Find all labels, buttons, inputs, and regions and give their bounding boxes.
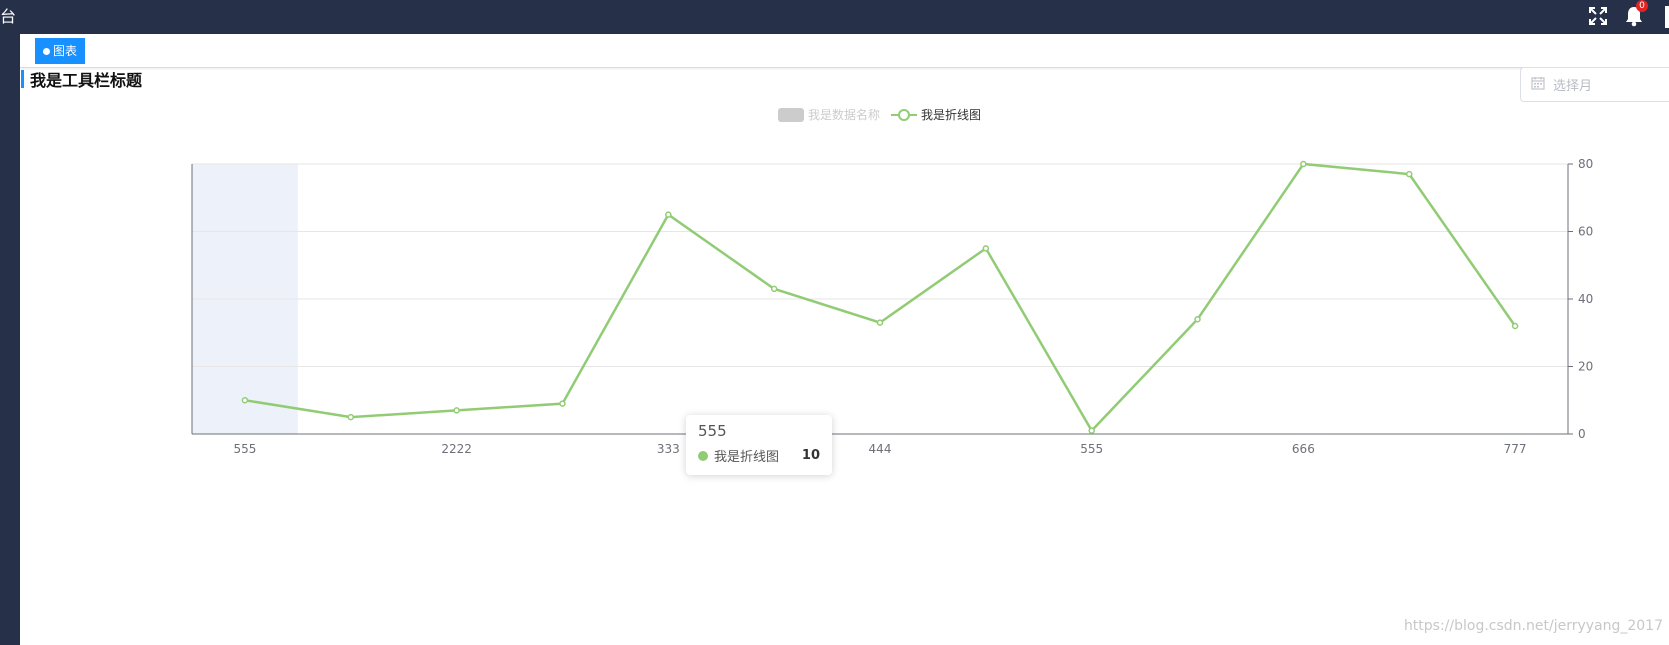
x-axis-labels: 555 2222 333 444 555 666 777 bbox=[233, 442, 1526, 456]
x-tick-label: 666 bbox=[1292, 442, 1315, 456]
x-tick-label: 444 bbox=[869, 442, 892, 456]
watermark: https://blog.csdn.net/jerryyang_2017 bbox=[1403, 618, 1663, 634]
line-chart: 我是数据名称 我是折线图 555 2222 333 444 555 666 777 0 20 4… bbox=[191, 107, 1593, 456]
y-tick-label: 0 bbox=[1578, 427, 1586, 441]
series-point[interactable] bbox=[1088, 427, 1095, 434]
legend-swatch-circle bbox=[898, 109, 910, 121]
chart-tooltip: 555 我是折线图 10 bbox=[686, 415, 832, 475]
series-point[interactable] bbox=[1511, 322, 1519, 330]
series-point[interactable] bbox=[453, 407, 460, 414]
series-point[interactable] bbox=[770, 285, 778, 293]
legend-item-data-name[interactable]: 我是数据名称 bbox=[808, 107, 880, 122]
x-tick-label: 777 bbox=[1504, 442, 1527, 456]
series-point[interactable] bbox=[347, 413, 355, 421]
legend-item-line[interactable]: 我是折线图 bbox=[921, 107, 981, 122]
y-axis-labels: 0 20 40 60 80 bbox=[1578, 157, 1593, 441]
series-point[interactable] bbox=[1300, 160, 1307, 168]
legend-swatch-bar[interactable] bbox=[778, 108, 804, 122]
tooltip-title: 555 bbox=[698, 422, 727, 440]
x-tick-label: 555 bbox=[233, 442, 256, 456]
y-tick-label: 20 bbox=[1578, 360, 1593, 374]
series-point[interactable] bbox=[665, 211, 672, 218]
chart-legend: 我是数据名称 我是折线图 bbox=[778, 107, 981, 122]
series-point[interactable] bbox=[1194, 316, 1201, 323]
series-point[interactable] bbox=[241, 397, 249, 404]
tooltip-value: 10 bbox=[801, 448, 820, 463]
series-point[interactable] bbox=[876, 319, 884, 326]
x-tick-label: 555 bbox=[1080, 442, 1103, 456]
tooltip-series-dot-icon bbox=[698, 450, 708, 461]
y-tick-label: 80 bbox=[1578, 157, 1593, 171]
y-tick-label: 60 bbox=[1578, 225, 1593, 239]
y-tick-label: 40 bbox=[1578, 292, 1593, 306]
series-point[interactable] bbox=[1405, 170, 1413, 178]
series-point[interactable] bbox=[982, 245, 990, 252]
series-points bbox=[241, 160, 1519, 434]
chart-grid bbox=[192, 163, 1573, 435]
series-point[interactable] bbox=[559, 400, 566, 407]
x-tick-label: 333 bbox=[657, 442, 680, 456]
x-tick-label: 2222 bbox=[441, 442, 472, 456]
series-line bbox=[244, 162, 1517, 433]
tooltip-series-name: 我是折线图 bbox=[714, 450, 780, 465]
